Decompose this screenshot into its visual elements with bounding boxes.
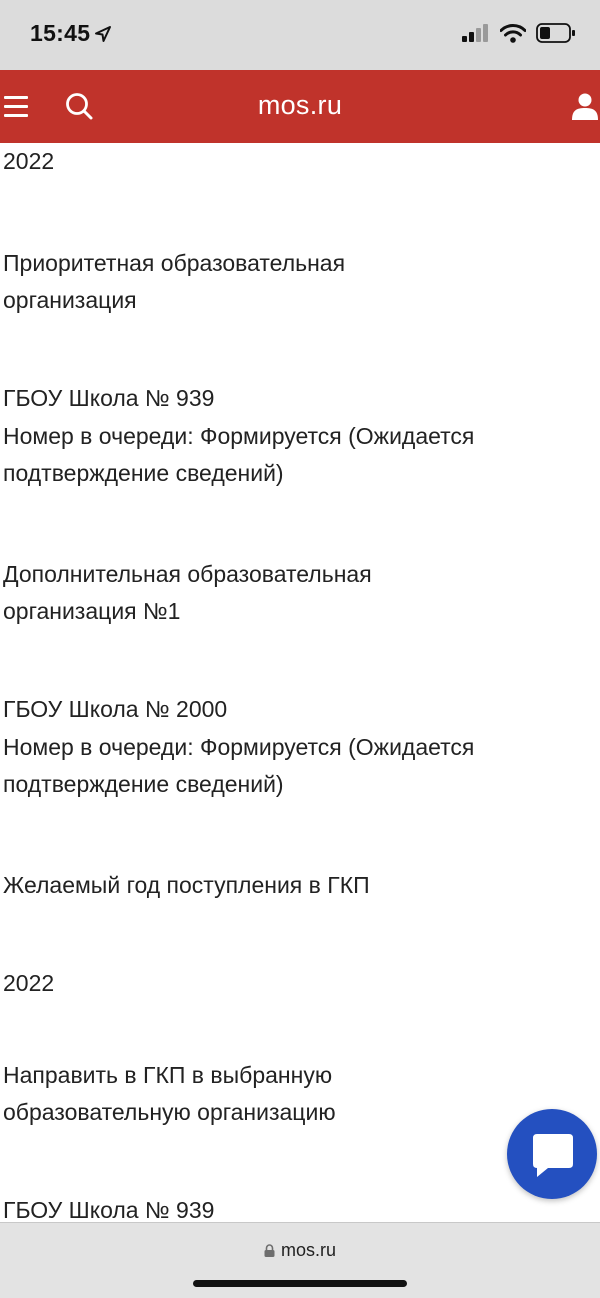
additional-queue-status: Номер в очереди: Формируется (Ожидается bbox=[3, 734, 475, 760]
priority-org-label: Приоритетная образовательная bbox=[3, 250, 346, 276]
chat-bubble-icon bbox=[533, 1134, 573, 1177]
cellular-signal-icon bbox=[462, 24, 488, 42]
status-icons bbox=[462, 23, 576, 43]
desired-year-value: 2022 bbox=[3, 970, 55, 996]
priority-org-label-cont: организация bbox=[3, 287, 137, 313]
chat-button[interactable] bbox=[507, 1109, 597, 1199]
home-indicator bbox=[193, 1280, 407, 1287]
additional-org-label: Дополнительная образовательная bbox=[3, 561, 372, 587]
desired-year-label: Желаемый год поступления в ГКП bbox=[3, 872, 370, 898]
status-bar: 15:45 bbox=[0, 0, 600, 70]
status-time-text: 15:45 bbox=[30, 20, 91, 46]
battery-icon bbox=[536, 23, 575, 43]
priority-queue-status: Номер в очереди: Формируется (Ожидается bbox=[3, 423, 475, 449]
wifi-icon bbox=[500, 23, 526, 43]
url-display[interactable]: mos.ru bbox=[0, 1240, 600, 1261]
user-icon[interactable] bbox=[572, 92, 598, 120]
send-to-gkp-label-cont: образовательную организацию bbox=[3, 1099, 336, 1125]
status-time: 15:45 bbox=[30, 20, 112, 47]
site-logo[interactable]: mos.ru bbox=[0, 90, 600, 121]
priority-queue-status-cont: подтверждение сведений) bbox=[3, 460, 284, 486]
additional-org-label-cont: организация №1 bbox=[3, 598, 181, 624]
send-to-gkp-label: Направить в ГКП в выбранную bbox=[3, 1062, 333, 1088]
location-arrow-icon bbox=[95, 25, 112, 42]
browser-address-bar[interactable]: mos.ru bbox=[0, 1222, 600, 1298]
priority-school-name: ГБОУ Школа № 939 bbox=[3, 385, 215, 411]
year-value: 2022 bbox=[3, 148, 55, 174]
site-header: mos.ru bbox=[0, 70, 600, 143]
additional-school-name: ГБОУ Школа № 2000 bbox=[3, 696, 228, 722]
url-text: mos.ru bbox=[280, 1240, 336, 1260]
lock-icon bbox=[264, 1244, 275, 1257]
additional-queue-status-cont: подтверждение сведений) bbox=[3, 771, 284, 797]
